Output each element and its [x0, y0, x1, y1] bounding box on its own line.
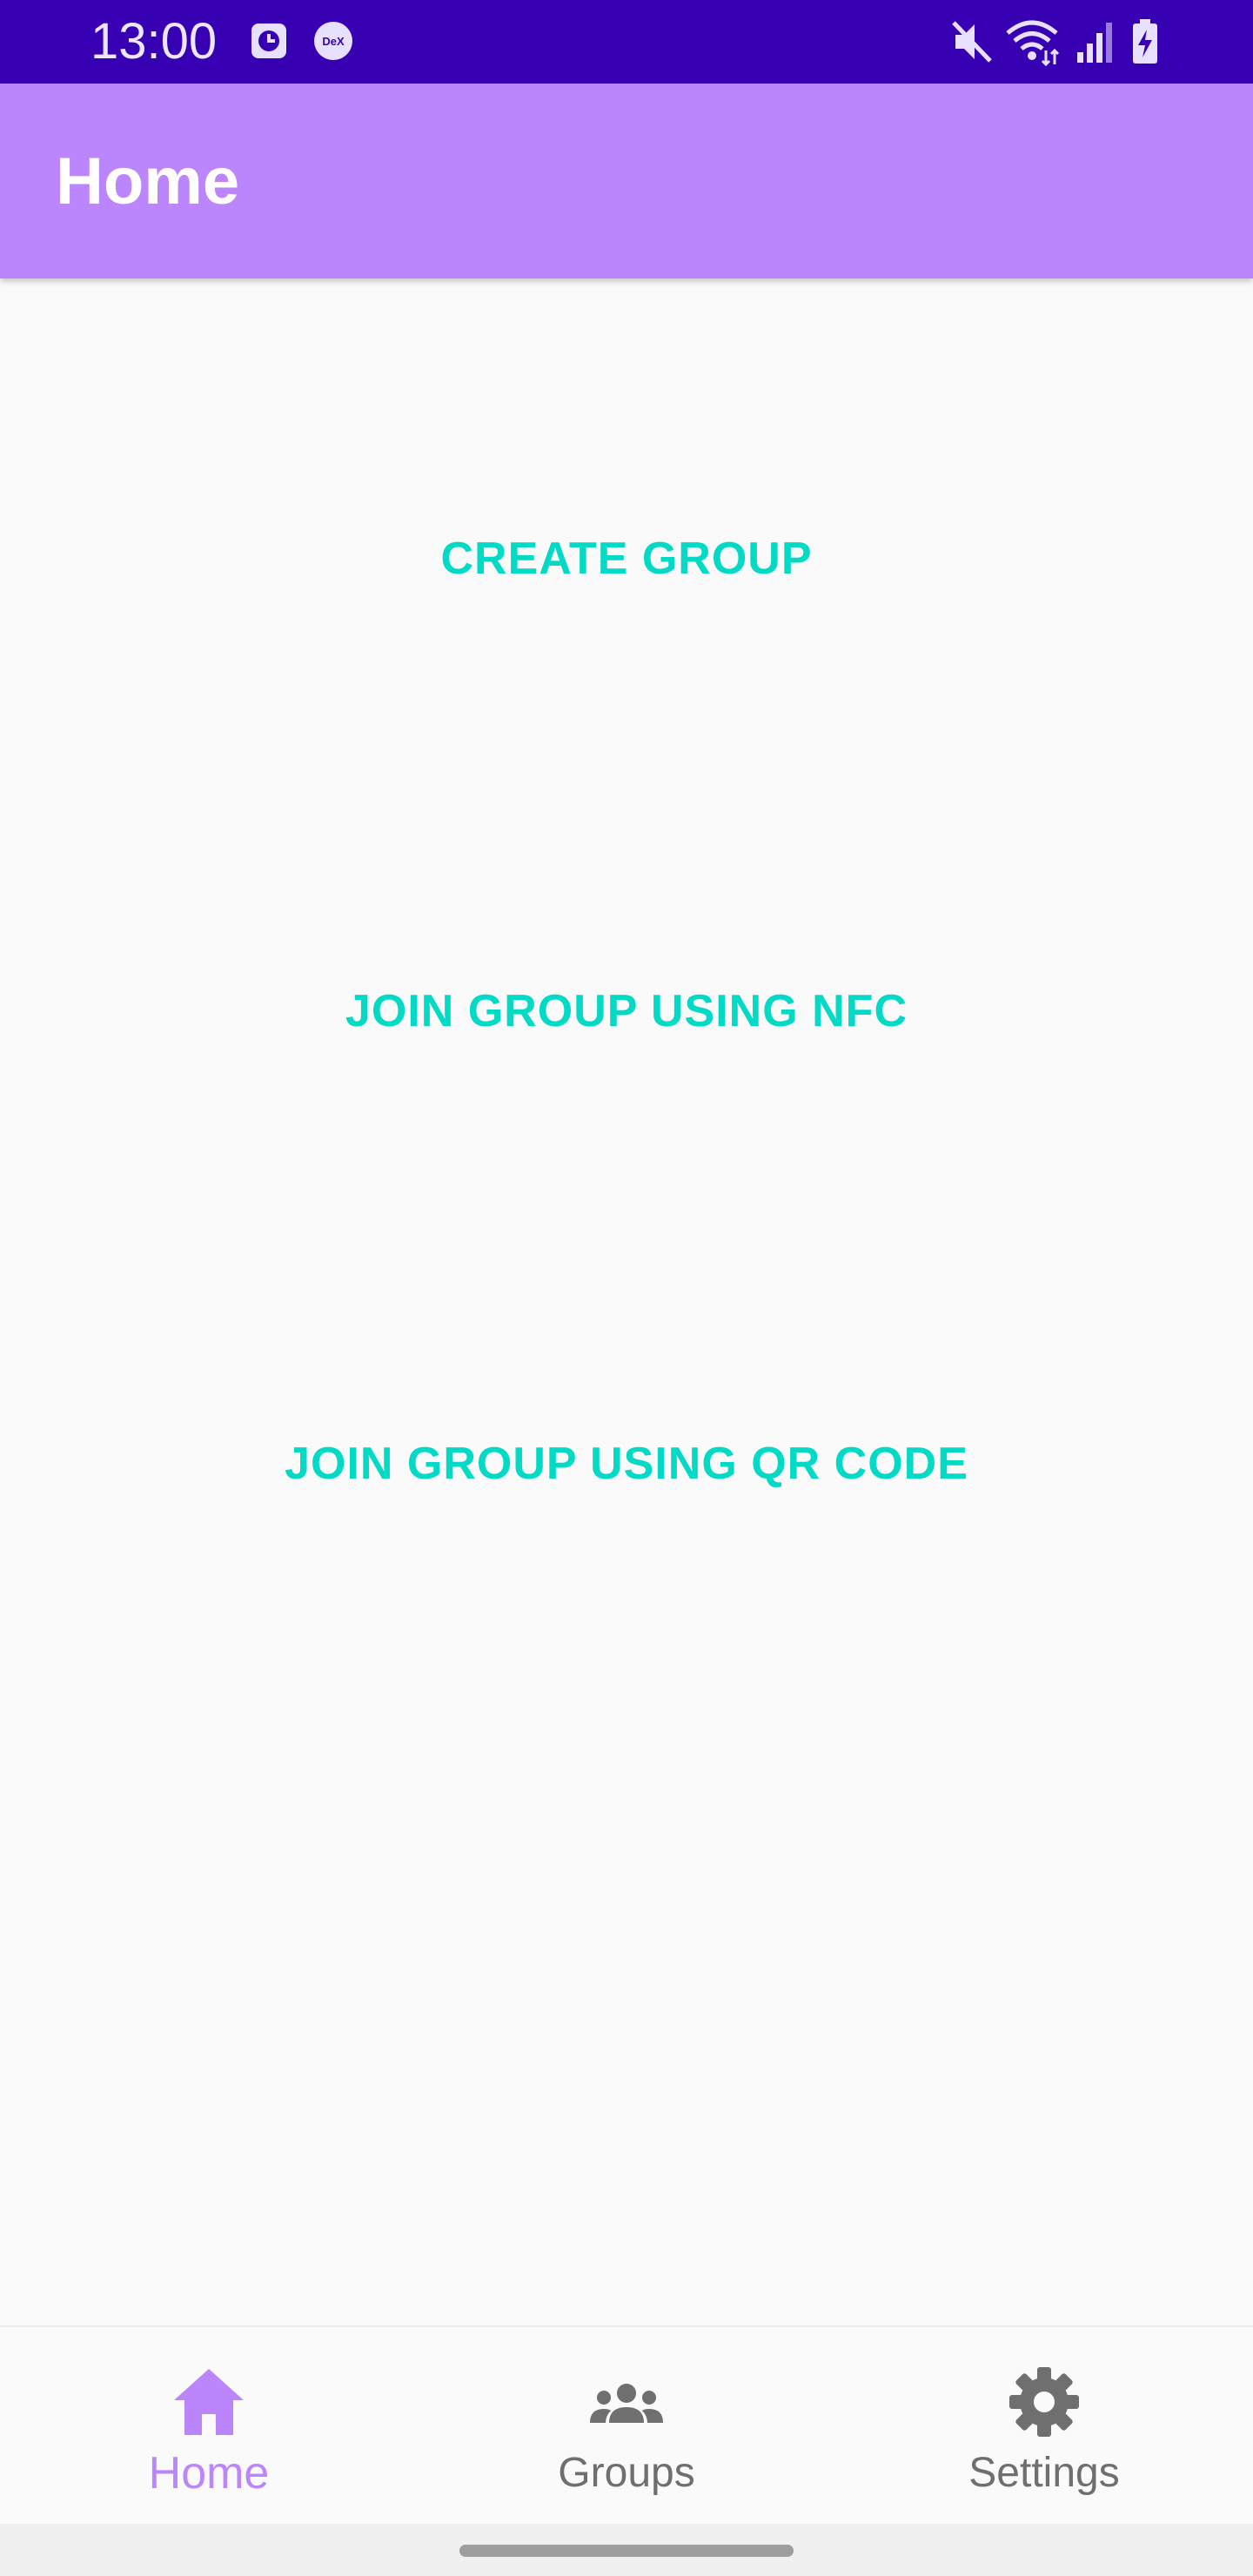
gesture-navigation-area [0, 2524, 1253, 2576]
create-group-button[interactable]: CREATE GROUP [0, 498, 1253, 620]
home-icon [165, 2358, 252, 2445]
dex-icon: DeX [313, 21, 353, 61]
signal-icon [1072, 17, 1119, 66]
bottom-navigation: Home Groups Settings [0, 2325, 1253, 2526]
wifi-icon [1004, 17, 1060, 67]
app-bar: Home [0, 84, 1253, 278]
svg-text:DeX: DeX [322, 35, 345, 48]
nav-label-groups: Groups [558, 2450, 695, 2496]
nav-label-settings: Settings [968, 2450, 1120, 2496]
clock-notification-icon [249, 21, 289, 61]
join-group-qr-button[interactable]: JOIN GROUP USING QR CODE [0, 1403, 1253, 1525]
join-group-nfc-button[interactable]: JOIN GROUP USING NFC [0, 950, 1253, 1072]
battery-charging-icon [1128, 17, 1163, 66]
status-time: 13:00 [90, 13, 218, 70]
status-bar: 13:00 DeX [0, 0, 1253, 84]
mute-icon [948, 17, 995, 66]
gear-icon [1001, 2358, 1088, 2445]
home-gesture-handle[interactable] [459, 2545, 794, 2557]
groups-icon [583, 2358, 670, 2445]
nav-item-settings[interactable]: Settings [835, 2327, 1253, 2526]
page-title: Home [56, 144, 240, 218]
nav-label-home: Home [148, 2448, 270, 2499]
nav-item-groups[interactable]: Groups [418, 2327, 835, 2526]
nav-item-home[interactable]: Home [0, 2327, 418, 2526]
